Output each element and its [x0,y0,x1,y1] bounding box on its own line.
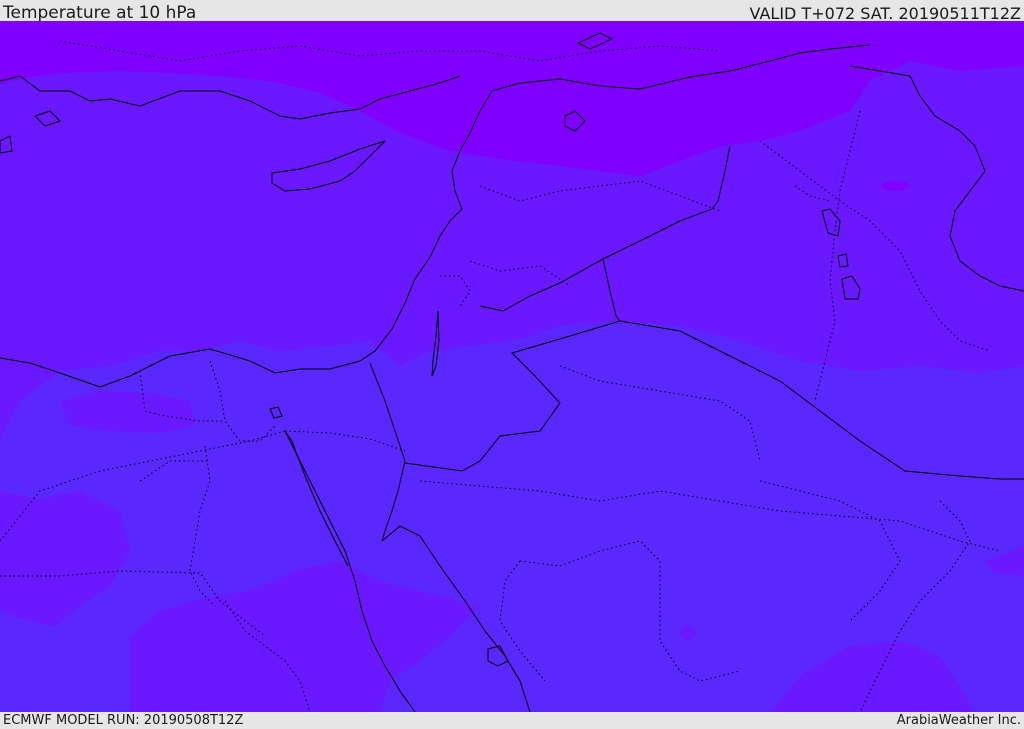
temperature-patch-small [680,626,696,640]
temperature-map[interactable] [0,21,1024,712]
map-canvas [0,21,1024,712]
header-bar: Temperature at 10 hPa VALID T+072 SAT. 2… [0,0,1024,23]
credit-label: ArabiaWeather Inc. [896,713,1021,728]
temperature-patch-northeast [881,181,909,191]
footer-bar: ECMWF MODEL RUN: 20190508T12Z ArabiaWeat… [0,712,1024,729]
model-run: ECMWF MODEL RUN: 20190508T12Z [3,713,244,728]
